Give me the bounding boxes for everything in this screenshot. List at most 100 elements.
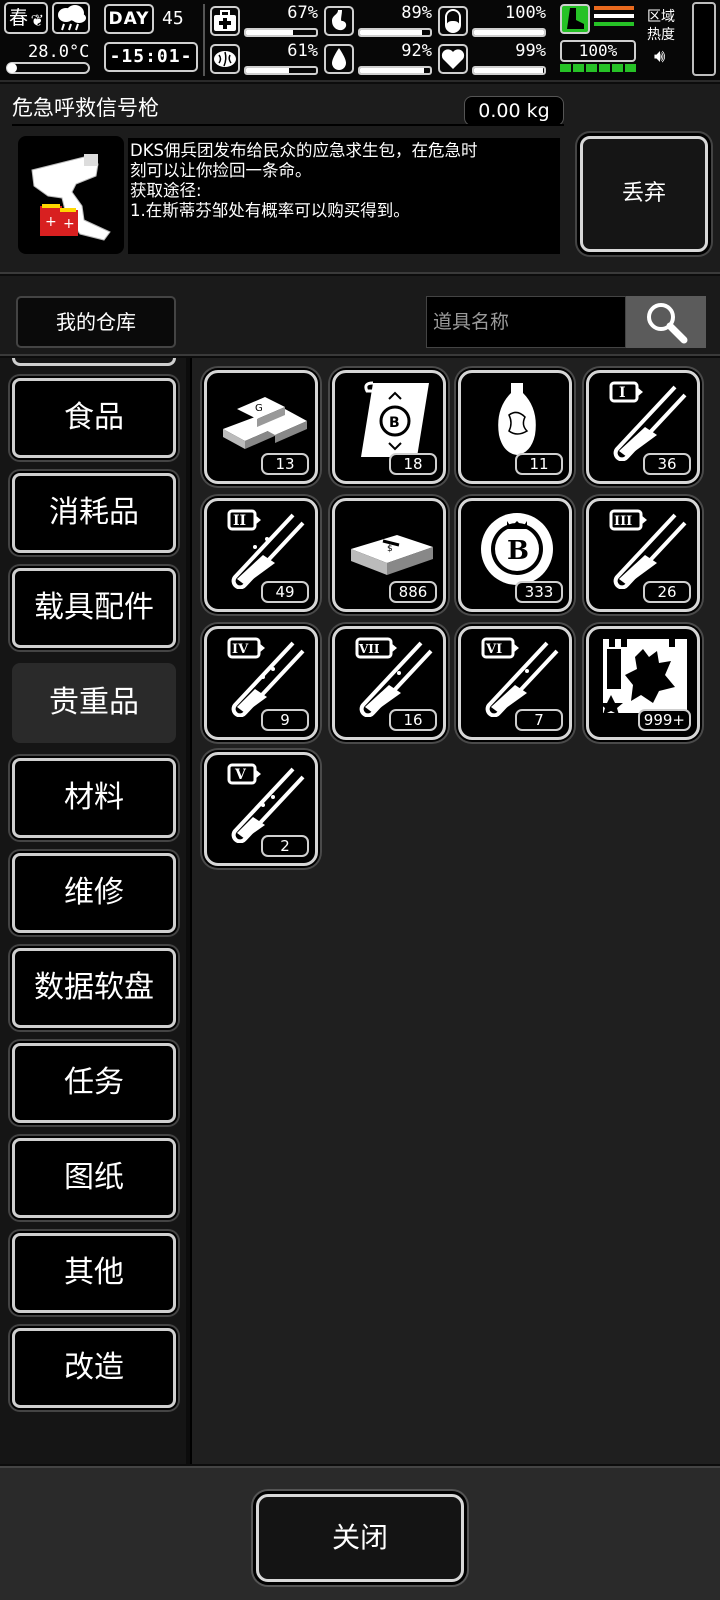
svg-text:+: + (63, 216, 75, 232)
day-number: 45 (162, 8, 184, 29)
stat-bar (244, 66, 318, 75)
search-icon (647, 303, 688, 344)
temperature: 28.0°C (28, 42, 90, 62)
speaker-icon[interactable]: 🔊︎ (654, 46, 665, 67)
pill-icon (438, 6, 468, 36)
season-label: 春 (9, 7, 29, 29)
item-weight: 0.00 kg (464, 96, 564, 126)
svg-text:B: B (507, 536, 529, 566)
category-mods[interactable]: 改造 (12, 1328, 176, 1408)
item-slot[interactable]: VII 16 (332, 626, 446, 740)
discard-button[interactable]: 丢弃 (580, 136, 708, 252)
item-slot[interactable]: G 13 (204, 370, 318, 484)
tab-my-warehouse[interactable]: 我的仓库 (16, 296, 176, 348)
svg-text:+: + (45, 214, 57, 230)
item-slot[interactable]: VI 7 (458, 626, 572, 740)
category-materials[interactable]: 材料 (12, 758, 176, 838)
bitcoin-scroll-icon: B (361, 381, 429, 457)
svg-text:VII: VII (358, 642, 380, 656)
category-blueprints[interactable]: 图纸 (12, 1138, 176, 1218)
category-other[interactable]: 其他 (12, 1233, 176, 1313)
category-repair[interactable]: 维修 (12, 853, 176, 933)
stat-bar (358, 66, 432, 75)
divider (203, 4, 205, 76)
heart-icon (438, 44, 468, 74)
category-valuables[interactable]: 贵重品 (12, 663, 176, 743)
item-count: 9 (261, 709, 309, 731)
stat-bar (358, 28, 432, 37)
boot-icon (560, 4, 590, 34)
item-slot[interactable]: IV 9 (204, 626, 318, 740)
bitcoin-chip-icon: B (481, 513, 553, 585)
item-count: 886 (389, 581, 437, 603)
svg-text:II: II (233, 513, 246, 529)
search-input[interactable] (426, 296, 626, 348)
stat-value: 67% (287, 3, 318, 23)
energy-bar (560, 64, 636, 72)
clock: -15:01- (104, 42, 198, 72)
item-slot[interactable]: V 2 (204, 752, 318, 866)
status-bar: 春 ❦ 28.0°C DAY 45 -15:01- 67% 89% 100% 6… (0, 0, 720, 82)
vase-icon (498, 383, 536, 455)
item-count: 7 (515, 709, 563, 731)
footer: 关闭 (0, 1466, 720, 1600)
stat-health: 67% (210, 3, 322, 40)
warehouse-header: 我的仓库 (0, 276, 720, 356)
svg-text:IV: IV (232, 642, 249, 657)
category-sidebar[interactable]: 食品 消耗品 载具配件 贵重品 材料 维修 数据软盘 任务 图纸 其他 改造 (0, 358, 186, 1464)
category-quests[interactable]: 任务 (12, 1043, 176, 1123)
search-button[interactable] (626, 296, 706, 348)
item-detail-panel: 危急呼救信号枪 0.00 kg + + DKS佣兵团发布给民众的应急求生包，在危… (0, 84, 720, 274)
svg-text:$: $ (387, 544, 393, 554)
stat-bar (472, 28, 546, 37)
item-count: 26 (643, 581, 691, 603)
item-slot[interactable]: 999+ (586, 626, 700, 740)
close-button[interactable]: 关闭 (256, 1494, 464, 1582)
stat-hunger: 89% (324, 3, 436, 40)
stat-value: 100% (505, 3, 546, 23)
category-vehicle-parts[interactable]: 载具配件 (12, 568, 176, 648)
item-slot[interactable]: II 49 (204, 498, 318, 612)
item-description: DKS佣兵团发布给民众的应急求生包，在危急时 刻可以让你捡回一条命。 获取途径:… (128, 138, 560, 254)
season-indicator: 春 ❦ (4, 2, 48, 34)
test-tube-III-icon: III (609, 509, 687, 589)
test-tube-V-icon: V (227, 763, 305, 843)
flare-gun-icon: + + (18, 136, 124, 254)
item-count: 999+ (637, 709, 691, 731)
energy-stripes (594, 6, 634, 32)
item-slot[interactable]: III 26 (586, 498, 700, 612)
stat-value: 99% (515, 41, 546, 61)
category-food[interactable]: 食品 (12, 378, 176, 458)
energy-value: 100% (560, 40, 636, 62)
test-tube-I-icon: I (609, 381, 687, 461)
stat-bar (472, 66, 546, 75)
item-count: 49 (261, 581, 309, 603)
stat-medicine: 100% (438, 3, 550, 40)
stat-value: 61% (287, 41, 318, 61)
item-grid: G 13 B 18 11 I 36 II 49 $ 886 B 333 III … (190, 358, 720, 1464)
item-slot[interactable]: 11 (458, 370, 572, 484)
category-data-disks[interactable]: 数据软盘 (12, 948, 176, 1028)
test-tube-VI-icon: VI (481, 637, 559, 717)
divider (12, 124, 564, 126)
item-count: 13 (261, 453, 309, 475)
test-tube-IV-icon: IV (227, 637, 305, 717)
stat-thirst: 92% (324, 41, 436, 78)
category-partial (12, 358, 176, 366)
item-slot[interactable]: $ 886 (332, 498, 446, 612)
item-slot[interactable]: B 333 (458, 498, 572, 612)
item-slot[interactable]: I 36 (586, 370, 700, 484)
item-count: 2 (261, 835, 309, 857)
day-label: DAY (104, 4, 154, 34)
zombie-card-icon (599, 639, 687, 715)
stomach-icon (324, 6, 354, 36)
region-heat-label: 区域 热度 (647, 9, 675, 43)
category-consumables[interactable]: 消耗品 (12, 473, 176, 553)
weather-icon (52, 2, 90, 34)
cash-stack-icon: $ (351, 535, 433, 575)
svg-text:G: G (255, 403, 263, 414)
item-count: 11 (515, 453, 563, 475)
stat-brain: 61% (210, 41, 322, 78)
item-slot[interactable]: B 18 (332, 370, 446, 484)
stat-bar (244, 28, 318, 37)
